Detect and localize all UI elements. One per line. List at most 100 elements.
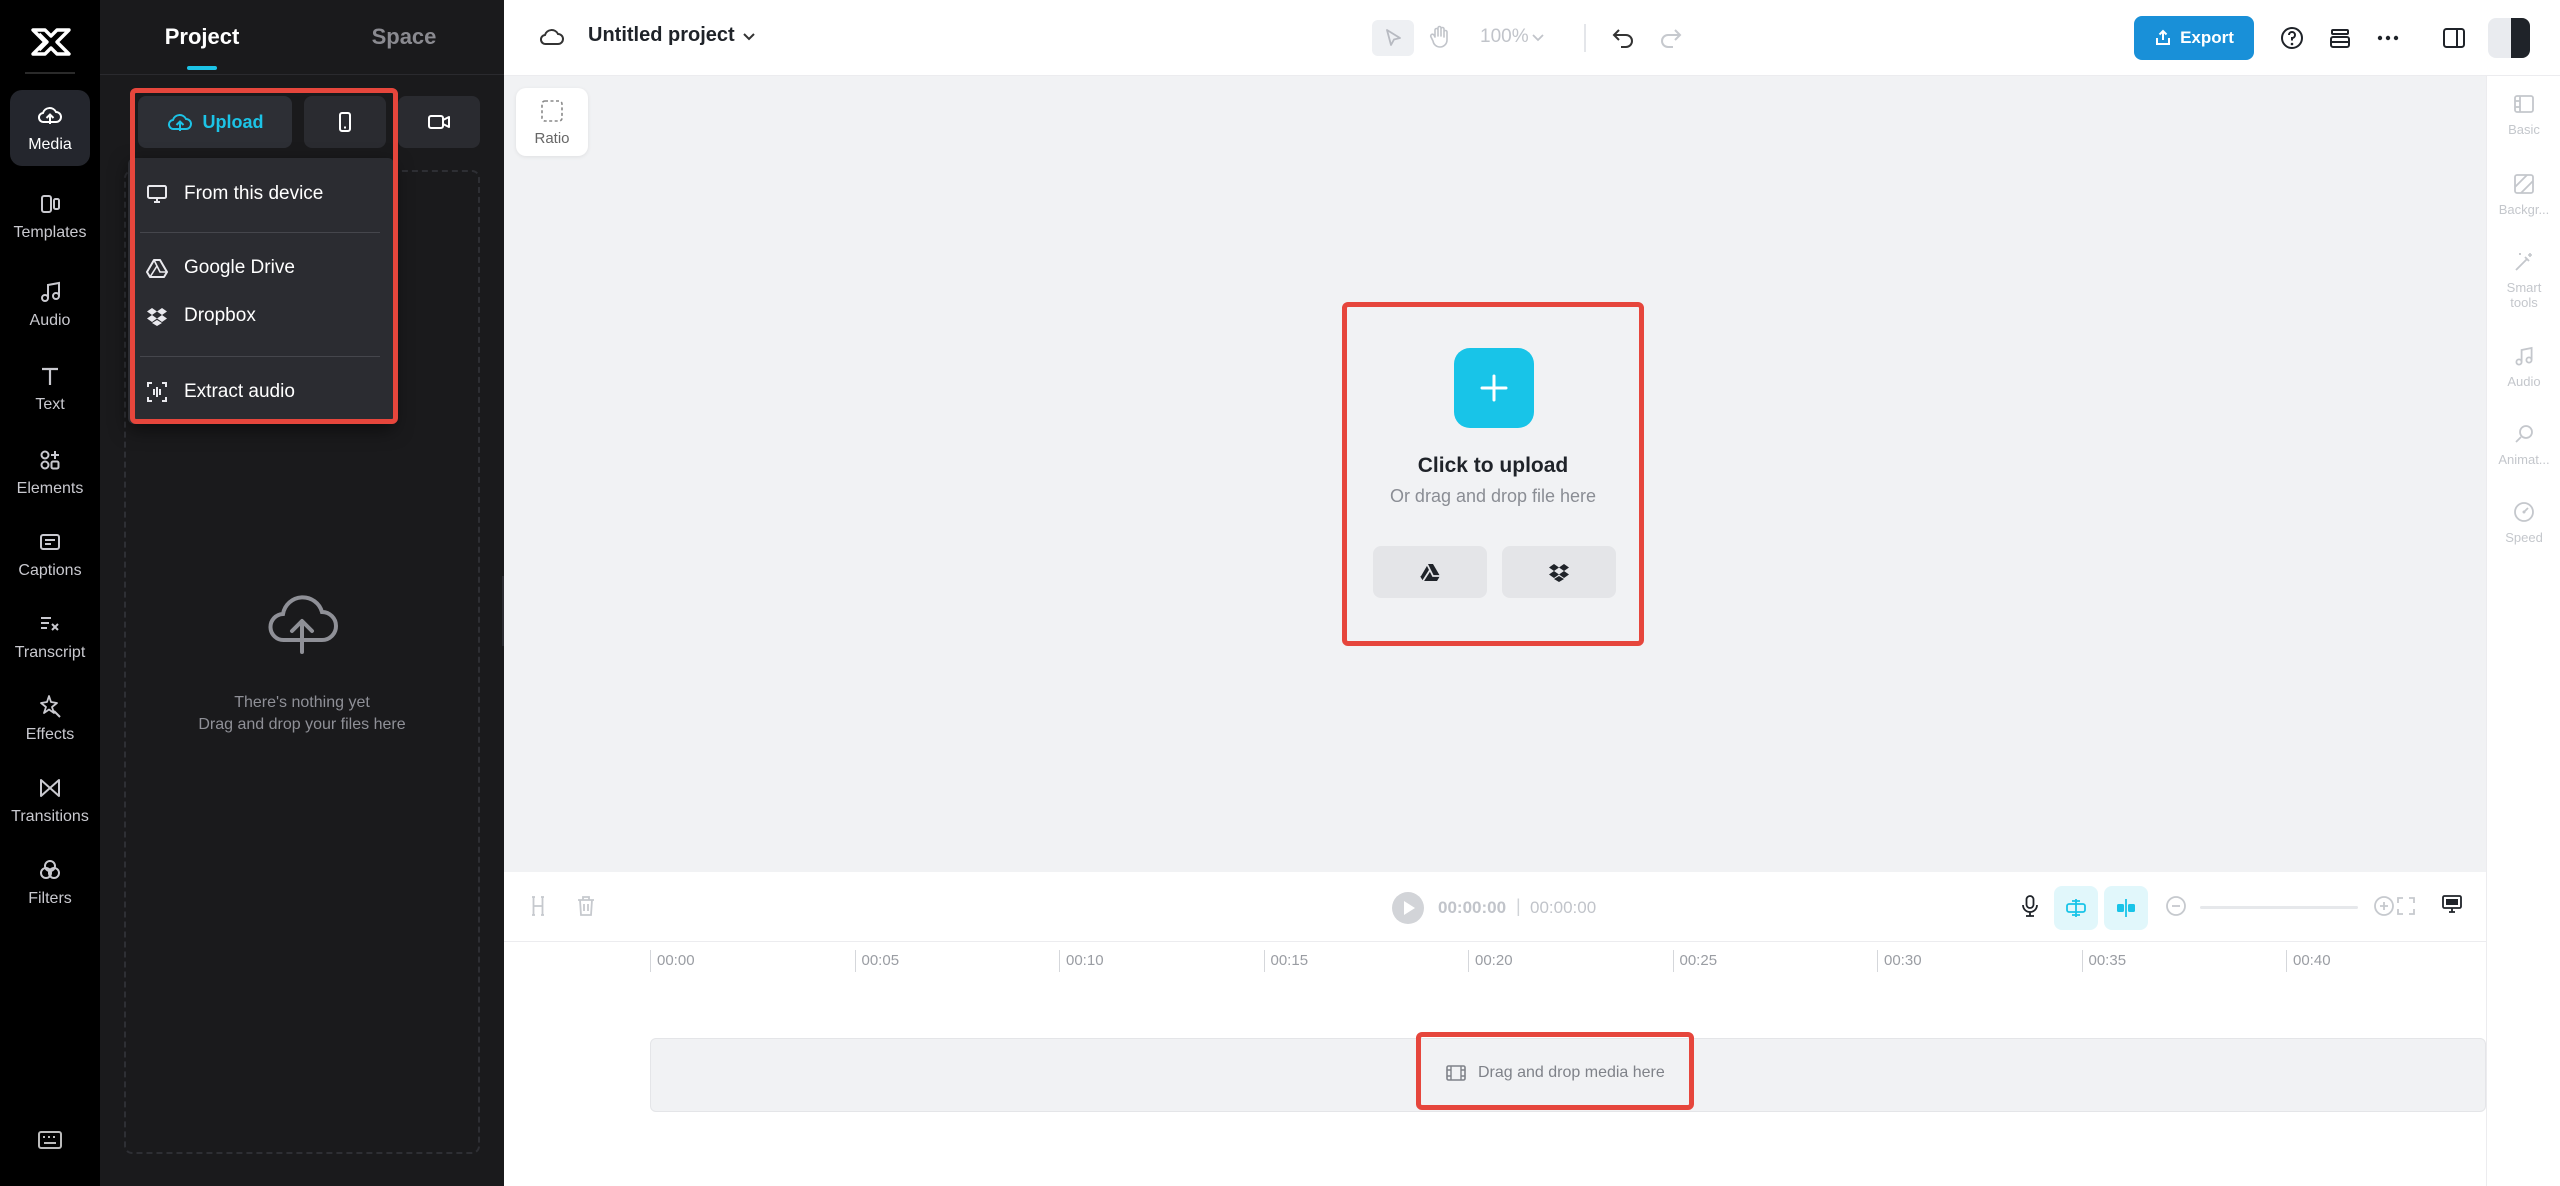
rail-item-speed[interactable]: Speed (2487, 500, 2560, 545)
fullscreen-icon[interactable] (2394, 894, 2418, 918)
help-question-icon[interactable] (2278, 24, 2306, 52)
mobile-upload-button[interactable] (304, 96, 386, 148)
rail-item-label: Smart tools (2506, 280, 2542, 310)
media-cloud-icon (37, 107, 62, 124)
zoom-chevron-down-icon[interactable] (1530, 30, 1546, 46)
music-note-icon (41, 281, 60, 302)
dropbox-button[interactable] (1502, 546, 1616, 598)
elements-icon (40, 450, 60, 470)
rail-item-label: Transcript (14, 644, 86, 661)
undo-icon[interactable] (1610, 24, 1636, 50)
tab-project[interactable]: Project (100, 0, 304, 74)
rail-item-audio-props[interactable]: Audio (2487, 344, 2560, 389)
menu-separator (140, 232, 380, 233)
hand-tool-icon[interactable] (1426, 22, 1456, 52)
captions-icon (40, 534, 60, 550)
click-to-upload-title: Click to upload (1417, 454, 1569, 477)
keyboard-icon[interactable] (36, 1128, 64, 1152)
filters-icon (40, 860, 60, 879)
rail-item-label: Effects (25, 726, 75, 743)
menu-item-label: Google Drive (184, 257, 295, 278)
project-title[interactable]: Untitled project (588, 24, 735, 47)
export-button-label: Export (2180, 28, 2234, 47)
split-icon[interactable] (526, 894, 550, 918)
link-toggle[interactable] (2104, 886, 2148, 930)
film-strip-icon (1446, 1065, 1466, 1081)
menu-item-extract-audio[interactable]: Extract audio (128, 368, 394, 416)
timeline-tick: 00:40 (2286, 950, 2331, 972)
ratio-frame-icon (541, 99, 563, 122)
microphone-icon[interactable] (2018, 894, 2042, 918)
track-hint-label: Drag and drop media here (1478, 1064, 1665, 1081)
export-button[interactable]: Export (2134, 16, 2254, 60)
menu-item-from-device[interactable]: From this device (128, 170, 394, 218)
redo-icon[interactable] (1658, 24, 1684, 50)
time-separator: | (1516, 896, 1521, 916)
layers-stack-icon[interactable] (2326, 24, 2354, 52)
background-icon (2514, 174, 2534, 194)
google-drive-icon (1419, 563, 1440, 582)
rail-item-transitions[interactable]: Transitions (10, 762, 90, 838)
rail-item-animation[interactable]: Animat... (2487, 422, 2560, 467)
play-button[interactable] (1392, 892, 1424, 924)
click-to-upload-button[interactable] (1454, 348, 1534, 428)
timeline-zoom-slider[interactable] (2200, 906, 2358, 909)
rail-item-text[interactable]: Text (10, 350, 90, 426)
transitions-icon (40, 779, 60, 797)
rail-item-label: Media (28, 136, 72, 153)
rail-item-templates[interactable]: Templates (10, 178, 90, 254)
speedometer-icon (2514, 502, 2534, 522)
rail-item-label: Text (35, 396, 65, 413)
tab-space[interactable]: Space (304, 0, 504, 74)
empty-state-title: There's nothing yet (234, 694, 370, 711)
zoom-out-icon[interactable] (2164, 894, 2188, 918)
animation-icon (2515, 425, 2533, 443)
monitor-icon (147, 185, 167, 203)
rail-item-elements[interactable]: Elements (10, 434, 90, 510)
rail-item-label: Backgr... (2498, 202, 2550, 217)
record-button[interactable] (398, 96, 480, 148)
google-drive-button[interactable] (1373, 546, 1487, 598)
capcut-logo-icon[interactable] (25, 22, 75, 62)
cloud-save-icon[interactable] (538, 24, 566, 50)
layout-panel-icon[interactable] (2440, 24, 2468, 52)
effects-icon (40, 695, 61, 718)
rail-item-background[interactable]: Backgr... (2487, 172, 2560, 217)
total-time: 00:00:00 (1530, 898, 1597, 917)
track-hint: Drag and drop media here (1446, 1064, 1665, 1082)
rail-item-audio[interactable]: Audio (10, 266, 90, 342)
text-t-icon (42, 367, 58, 385)
upload-button[interactable]: Upload (138, 96, 292, 148)
rail-item-basic[interactable]: Basic (2487, 92, 2560, 137)
plus-icon (1480, 374, 1508, 402)
timeline-tick: 00:30 (1877, 950, 1922, 972)
monitor-preview-icon[interactable] (2440, 892, 2464, 916)
ratio-button[interactable]: Ratio (516, 88, 588, 156)
timeline[interactable]: 00:00 00:05 00:10 00:15 00:20 00:25 00:30 00:35… (504, 942, 2486, 1186)
menu-item-label: Extract audio (184, 381, 295, 402)
avatar[interactable] (2488, 18, 2530, 58)
select-tool-button[interactable] (1372, 20, 1414, 56)
menu-item-label: Dropbox (184, 305, 256, 326)
delete-trash-icon[interactable] (574, 894, 598, 918)
google-drive-icon (146, 259, 168, 278)
more-options-icon[interactable] (2374, 24, 2402, 52)
snap-icon (2066, 899, 2086, 917)
rail-item-transcript[interactable]: Transcript (10, 598, 90, 674)
menu-item-google-drive[interactable]: Google Drive (128, 244, 394, 292)
rail-item-label: Elements (16, 480, 84, 497)
auto-snap-toggle[interactable] (2054, 886, 2098, 930)
rail-item-captions[interactable]: Captions (10, 516, 90, 592)
menu-item-dropbox[interactable]: Dropbox (128, 292, 394, 340)
rail-item-filters[interactable]: Filters (10, 844, 90, 920)
rail-item-label: Animat... (2498, 452, 2550, 467)
zoom-in-icon[interactable] (2372, 894, 2396, 918)
link-split-icon (2117, 899, 2135, 917)
rail-item-media[interactable]: Media (10, 90, 90, 166)
zoom-level[interactable]: 100% (1480, 26, 1529, 48)
rail-item-smart-tools[interactable]: Smart tools (2487, 250, 2560, 310)
chevron-down-icon[interactable] (740, 28, 758, 46)
timeline-tick: 00:05 (854, 950, 899, 972)
music-note-icon (2515, 346, 2533, 366)
rail-item-effects[interactable]: Effects (10, 680, 90, 756)
